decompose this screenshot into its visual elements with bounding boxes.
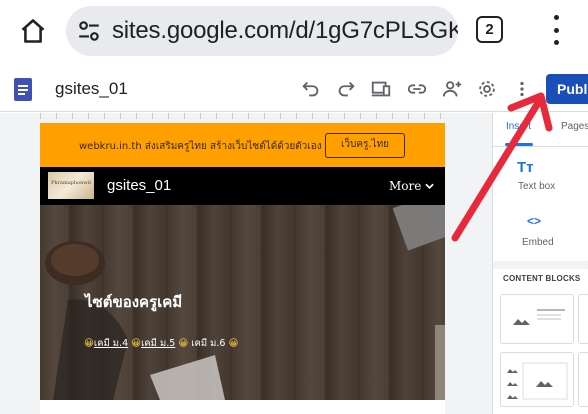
- smile-emoji: 😀: [228, 338, 239, 349]
- ruler-tick: [152, 113, 153, 119]
- more-vert-icon[interactable]: [511, 78, 533, 100]
- hero-banner[interactable]: ไซต์ของครูเคมี 😀เคมี ม.4 😀เคมี ม.5 😀 เคม…: [40, 205, 445, 400]
- undo-icon[interactable]: [300, 78, 322, 100]
- panel-divider: [493, 261, 588, 269]
- ruler-tick: [232, 113, 233, 119]
- ruler-tick: [56, 113, 57, 119]
- site-logo-text: Phramaphonwit: [51, 180, 92, 186]
- content-block-2[interactable]: [578, 294, 588, 344]
- publish-button[interactable]: Publish: [546, 74, 588, 104]
- preview-icon[interactable]: [370, 78, 392, 100]
- ruler-tick: [360, 113, 361, 119]
- tab-switcher-button[interactable]: 2: [476, 16, 503, 43]
- site-preview[interactable]: webkru.in.th ส่งเสริมครูไทย สร้างเว็บไซต…: [40, 123, 445, 414]
- ruler-tick: [392, 113, 393, 119]
- chevron-down-icon: [425, 183, 434, 189]
- more-vert-icon: [553, 15, 559, 20]
- url-text[interactable]: sites.google.com/d/1gG7cPLSGK: [112, 17, 458, 45]
- editor-ruler: [0, 113, 492, 121]
- ruler-tick: [136, 113, 137, 119]
- smile-emoji: 😀: [131, 338, 142, 349]
- ruler-tick: [440, 113, 441, 119]
- ruler-tick: [344, 113, 345, 119]
- smile-emoji: 😀: [84, 338, 94, 349]
- ruler-tick: [312, 113, 313, 119]
- ruler-tick: [120, 113, 121, 119]
- tab-insert[interactable]: Insert: [506, 121, 531, 132]
- redo-icon[interactable]: [335, 78, 357, 100]
- ruler-tick: [40, 113, 41, 119]
- browser-chrome: sites.google.com/d/1gG7cPLSGK 2: [0, 0, 588, 66]
- hero-title: ไซต์ของครูเคมี: [85, 293, 183, 311]
- browser-menu-button[interactable]: [546, 15, 566, 45]
- link-chem-m6[interactable]: เคมี ม.6: [191, 338, 225, 349]
- insert-panel: Insert Pages Tт Text box <> Embed CONTEN…: [492, 113, 588, 414]
- home-icon: [21, 19, 45, 43]
- embed-icon[interactable]: <>: [527, 214, 541, 228]
- gallery-block-icon: [507, 362, 568, 400]
- ruler-tick: [248, 113, 249, 119]
- announcement-banner[interactable]: webkru.in.th ส่งเสริมครูไทย สร้างเว็บไซต…: [40, 123, 445, 167]
- ruler-tick: [264, 113, 265, 119]
- ruler-tick: [88, 113, 89, 119]
- ruler-tick: [296, 113, 297, 119]
- content-block-image-text[interactable]: [500, 294, 574, 344]
- address-bar[interactable]: sites.google.com/d/1gG7cPLSGK: [66, 6, 458, 56]
- smile-emoji: 😀: [178, 338, 189, 349]
- announcement-button[interactable]: เว็บครู.ไทย: [325, 133, 405, 158]
- announcement-text: webkru.in.th ส่งเสริมครูไทย สร้างเว็บไซต…: [79, 141, 322, 152]
- content-block-4[interactable]: [578, 352, 588, 407]
- share-icon[interactable]: [441, 78, 463, 100]
- nav-more-label: More: [389, 179, 422, 193]
- nav-more-menu[interactable]: More: [389, 179, 434, 193]
- tab-divider: [493, 146, 588, 147]
- text-box-icon[interactable]: Tт: [517, 159, 534, 176]
- hero-link-row: 😀เคมี ม.4 😀เคมี ม.5 😀 เคมี ม.6 😀: [84, 336, 238, 351]
- ruler-tick: [104, 113, 105, 119]
- tab-pages[interactable]: Pages: [561, 121, 588, 132]
- tune-icon[interactable]: [76, 18, 102, 44]
- settings-icon[interactable]: [476, 78, 498, 100]
- ruler-tick: [200, 113, 201, 119]
- sites-toolbar: gsites_01 Publish: [0, 66, 588, 112]
- ruler-tick: [216, 113, 217, 119]
- link-chem-m4[interactable]: เคมี ม.4: [94, 338, 128, 349]
- ruler-tick: [168, 113, 169, 119]
- site-title[interactable]: gsites_01: [107, 177, 171, 194]
- site-header: Phramaphonwit gsites_01 More: [40, 167, 445, 205]
- content-block-gallery[interactable]: [500, 352, 574, 407]
- ruler-tick: [408, 113, 409, 119]
- ruler-tick: [424, 113, 425, 119]
- home-button[interactable]: [14, 12, 52, 50]
- ruler-tick: [328, 113, 329, 119]
- preview-content-area: [40, 400, 445, 414]
- link-icon[interactable]: [406, 78, 428, 100]
- ruler-tick: [184, 113, 185, 119]
- embed-label[interactable]: Embed: [522, 237, 554, 248]
- text-box-label[interactable]: Text box: [518, 181, 555, 192]
- link-chem-m5[interactable]: เคมี ม.5: [141, 338, 175, 349]
- google-sites-logo[interactable]: [14, 78, 32, 101]
- document-title[interactable]: gsites_01: [55, 79, 128, 99]
- site-logo-image[interactable]: Phramaphonwit: [48, 172, 94, 199]
- content-blocks-title: CONTENT BLOCKS: [503, 274, 581, 283]
- ruler-tick: [72, 113, 73, 119]
- image-text-block-icon: [513, 309, 565, 325]
- ruler-tick: [280, 113, 281, 119]
- ruler-tick: [376, 113, 377, 119]
